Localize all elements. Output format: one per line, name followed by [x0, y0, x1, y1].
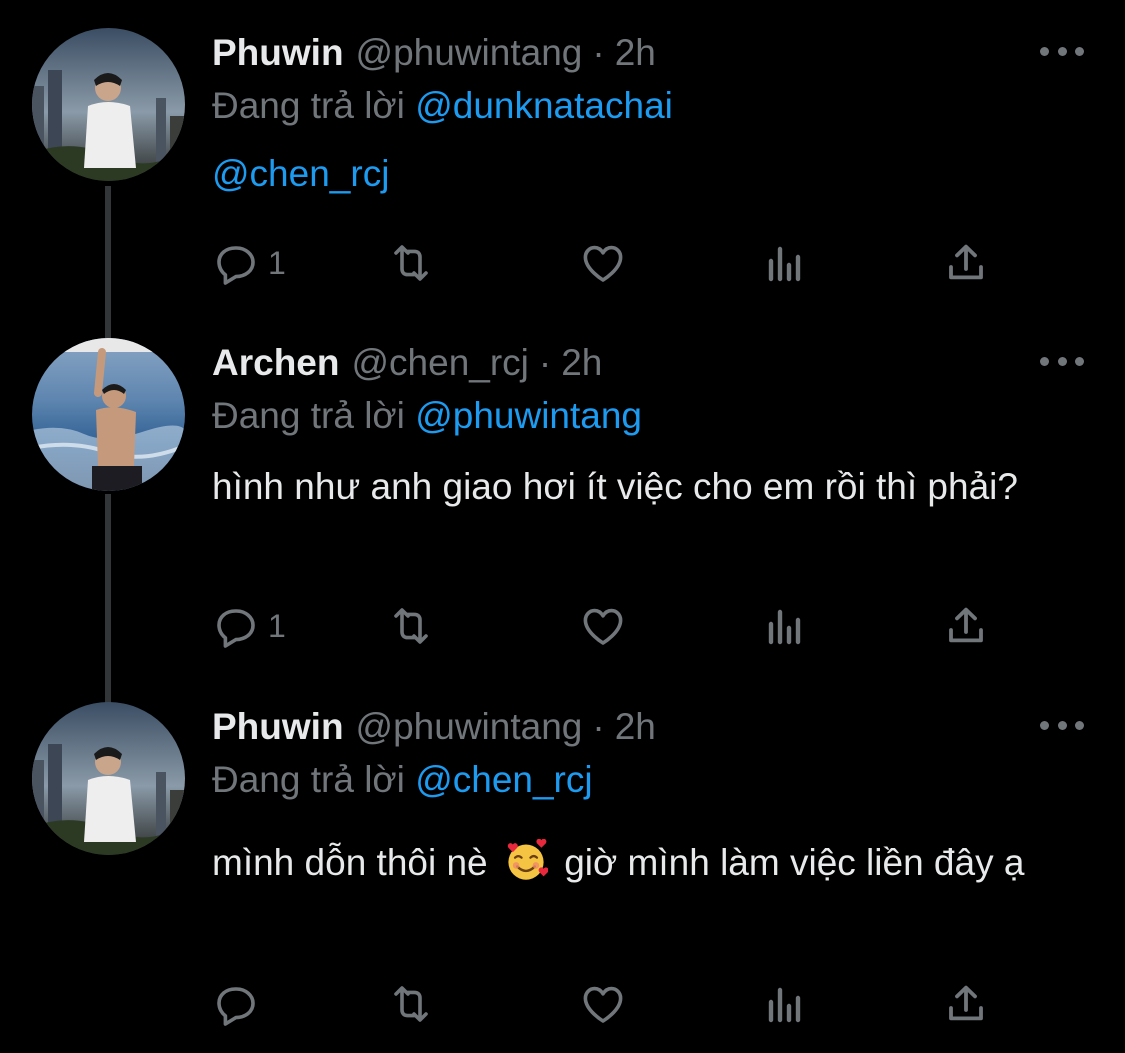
- timestamp[interactable]: 2h: [561, 338, 602, 388]
- replying-to: Đang trả lời @dunknatachai: [212, 81, 673, 131]
- reply-icon: [217, 987, 255, 1026]
- tweet-header: Phuwin @phuwintang · 2h: [212, 28, 656, 78]
- replying-to-mention[interactable]: @phuwintang: [415, 395, 642, 436]
- share-button[interactable]: [942, 601, 990, 651]
- display-name[interactable]: Phuwin: [212, 28, 344, 78]
- heart-icon: [583, 245, 623, 282]
- avatar[interactable]: [32, 338, 185, 491]
- separator-dot: ·: [538, 342, 552, 383]
- reply-button[interactable]: 1: [212, 238, 286, 288]
- heart-icon: [583, 608, 623, 645]
- reply-button[interactable]: 1: [212, 601, 286, 651]
- timestamp[interactable]: 2h: [615, 702, 656, 752]
- like-button[interactable]: [579, 601, 627, 651]
- tweet-actions: 1: [212, 238, 1002, 288]
- like-button[interactable]: [579, 979, 627, 1029]
- avatar[interactable]: [32, 702, 185, 855]
- more-options-icon[interactable]: [1040, 350, 1084, 372]
- more-options-icon[interactable]: [1040, 714, 1084, 736]
- analytics-icon: [768, 987, 801, 1023]
- analytics-button[interactable]: [761, 601, 809, 651]
- reply-count: 1: [268, 607, 286, 644]
- reply-thread: Phuwin @phuwintang · 2h Đang trả lời @du…: [0, 0, 1125, 1053]
- reply-icon: [217, 609, 255, 648]
- tweet-text-part: mình dỗn thôi nè: [212, 842, 488, 883]
- heart-icon: [583, 986, 623, 1023]
- replying-to-label: Đang trả lời: [212, 395, 405, 436]
- tweet-text: hình như anh giao hơi ít việc cho em rồi…: [212, 466, 1018, 507]
- reply-button[interactable]: [212, 979, 260, 1029]
- reply-icon: [217, 246, 255, 285]
- retweet-icon: [394, 608, 428, 644]
- replying-to-label: Đang trả lời: [212, 85, 405, 126]
- replying-to-label: Đang trả lời: [212, 759, 405, 800]
- profile-photo: [32, 28, 185, 181]
- share-button[interactable]: [942, 238, 990, 288]
- profile-photo: [32, 702, 185, 855]
- tweet-text: @chen_rcj: [212, 145, 1092, 203]
- display-name[interactable]: Archen: [212, 338, 339, 388]
- profile-photo: [32, 338, 185, 491]
- avatar[interactable]: [32, 28, 185, 181]
- share-button[interactable]: [942, 979, 990, 1029]
- analytics-icon: [768, 246, 801, 282]
- reply-count: 1: [268, 244, 286, 281]
- share-icon: [949, 985, 983, 1021]
- tweet[interactable]: Phuwin @phuwintang · 2h Đang trả lời @du…: [0, 28, 1125, 328]
- tweet[interactable]: Phuwin @phuwintang · 2h Đang trả lời @ch…: [0, 702, 1125, 1042]
- retweet-button[interactable]: [387, 238, 435, 288]
- tweet-actions: [212, 979, 1002, 1029]
- analytics-icon: [768, 609, 801, 645]
- username[interactable]: @phuwintang: [356, 28, 583, 78]
- share-icon: [949, 607, 983, 643]
- retweet-button[interactable]: [387, 979, 435, 1029]
- timestamp[interactable]: 2h: [615, 28, 656, 78]
- tweet-text-part: giờ mình làm việc liền đây ạ: [564, 842, 1025, 883]
- share-icon: [949, 244, 983, 280]
- tweet-header: Phuwin @phuwintang · 2h: [212, 702, 656, 752]
- analytics-button[interactable]: [761, 238, 809, 288]
- like-button[interactable]: [579, 238, 627, 288]
- analytics-button[interactable]: [761, 979, 809, 1029]
- display-name[interactable]: Phuwin: [212, 702, 344, 752]
- more-options-icon[interactable]: [1040, 40, 1084, 62]
- tweet-text: mình dỗn thôi nè giờ mình làm việc liền …: [212, 834, 1092, 892]
- tweet-actions: 1: [212, 601, 1002, 651]
- body-mention[interactable]: @chen_rcj: [212, 153, 389, 194]
- retweet-button[interactable]: [387, 601, 435, 651]
- tweet-header: Archen @chen_rcj · 2h: [212, 338, 602, 388]
- separator-dot: ·: [592, 32, 605, 73]
- smiling-face-with-hearts-icon: [507, 839, 548, 880]
- retweet-icon: [394, 986, 428, 1022]
- replying-to: Đang trả lời @chen_rcj: [212, 755, 593, 805]
- replying-to-mention[interactable]: @chen_rcj: [415, 759, 592, 800]
- replying-to: Đang trả lời @phuwintang: [212, 391, 642, 441]
- retweet-icon: [394, 245, 428, 281]
- username[interactable]: @phuwintang: [356, 702, 583, 752]
- tweet[interactable]: Archen @chen_rcj · 2h Đang trả lời @phuw…: [0, 338, 1125, 668]
- replying-to-mention[interactable]: @dunknatachai: [415, 85, 673, 126]
- separator-dot: ·: [592, 706, 605, 747]
- username[interactable]: @chen_rcj: [351, 338, 528, 388]
